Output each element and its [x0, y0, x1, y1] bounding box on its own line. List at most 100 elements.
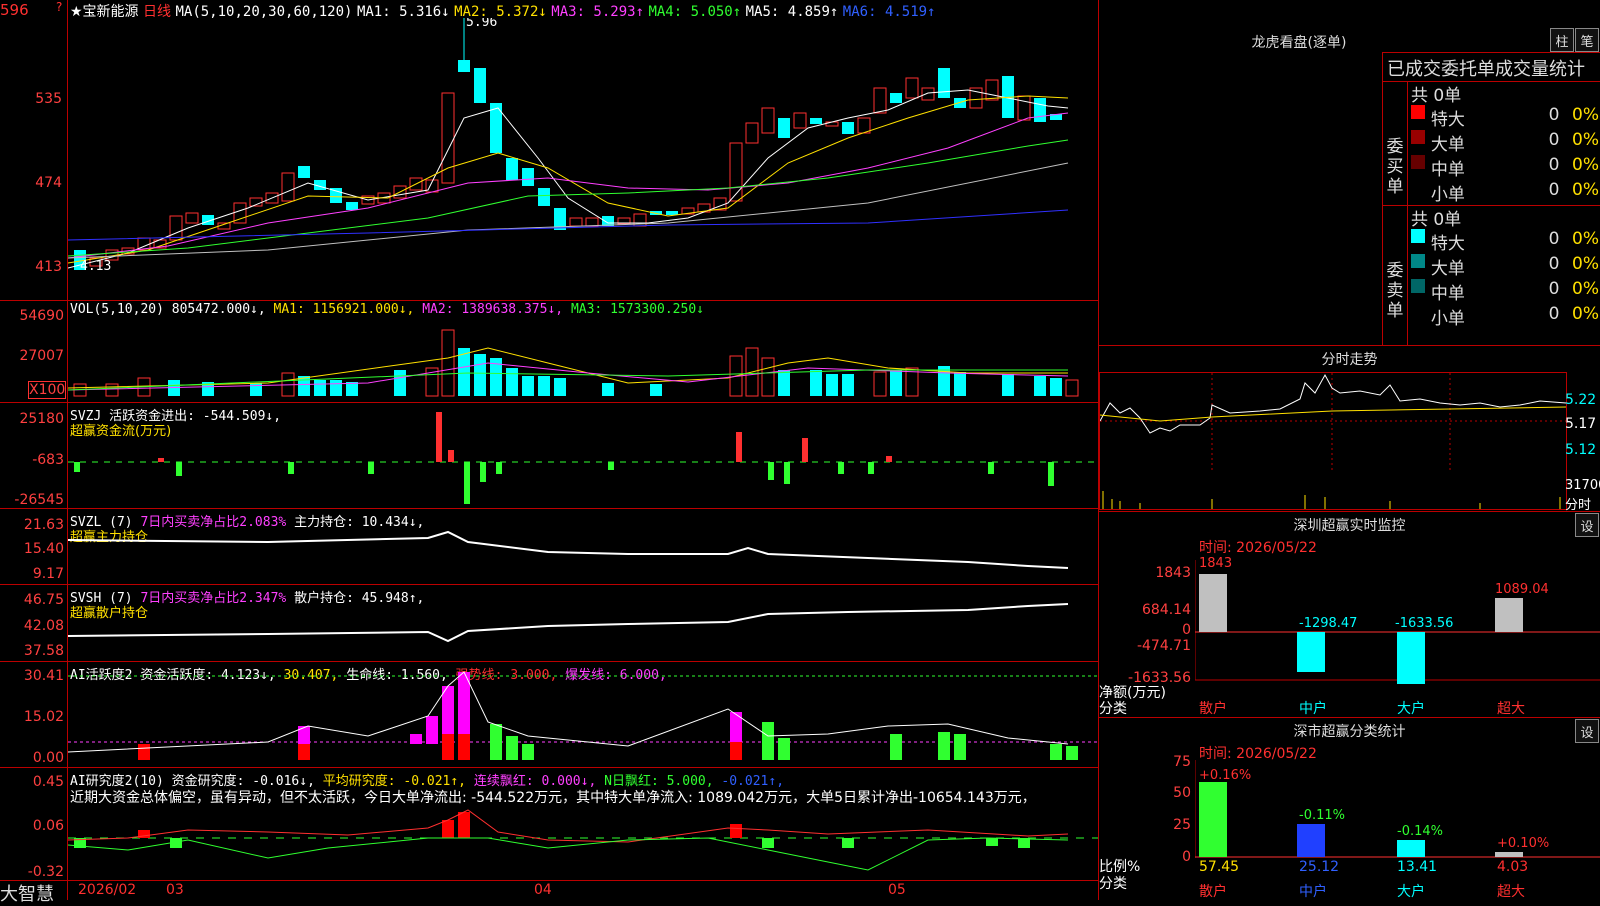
sell-total: 共 0单: [1411, 210, 1462, 230]
sell-row-l: 大单 0 0%: [1411, 254, 1599, 279]
classify-settings-button[interactable]: 设: [1575, 719, 1599, 743]
monitor-axis-2: 684.14: [1142, 602, 1191, 618]
buy-label: 委买单: [1386, 137, 1404, 197]
activity-bar: [730, 712, 742, 742]
svsh-axis-1: 46.75: [23, 592, 64, 608]
flow-bar: [768, 462, 774, 480]
svzj-axis-2: -683: [32, 452, 64, 468]
price-axis-3: 413: [35, 259, 62, 275]
date-label-2: 03: [166, 882, 184, 898]
classify-bar-super: [1495, 852, 1523, 857]
activity-line: [68, 671, 1069, 753]
sell-row-s: 小单 0 0%: [1411, 304, 1599, 329]
buy-l-swatch: [1411, 130, 1425, 144]
classify-chg-2: -0.11%: [1299, 808, 1345, 823]
tick-mode-button[interactable]: 笔: [1575, 28, 1599, 52]
buy-row-xl: 特大 0 0%: [1411, 105, 1599, 130]
activity-bar: [410, 734, 422, 744]
sell-s-swatch: [1411, 304, 1425, 318]
research-bar: [458, 812, 470, 838]
flow-bar: [368, 462, 374, 474]
vol-bar: [330, 380, 342, 396]
vol-bar: [554, 378, 566, 396]
retail-line: [68, 603, 1069, 643]
separator: [1099, 717, 1600, 718]
vol-axis-1: 54690: [19, 308, 64, 324]
flow-bar: [480, 462, 486, 482]
vol-bar: [474, 354, 486, 396]
vol-ma1: MA1: 1156921.000↓,: [273, 302, 415, 317]
svsh-axis-3: 37.58: [23, 643, 64, 659]
candle: [506, 158, 518, 180]
research-bar: [762, 838, 774, 848]
buy-total: 共 0单: [1411, 86, 1462, 106]
candle: [346, 202, 358, 210]
classify-axis-3: 25: [1173, 817, 1191, 833]
candle: [905, 77, 919, 99]
candle: [842, 122, 854, 134]
candle: [474, 68, 486, 103]
separator: [0, 402, 1098, 403]
vol-bar: [105, 383, 119, 397]
bar-mode-button[interactable]: 柱: [1550, 28, 1574, 52]
vol-bar: [778, 370, 790, 396]
candle: [569, 217, 583, 227]
activity-bar: [730, 742, 742, 760]
ma1-line: [68, 89, 1069, 269]
monitor-cat-label: 分类: [1099, 701, 1127, 717]
chart-area[interactable]: 596 ★宝新能源 日线 MA(5,10,20,30,60,120) MA1: …: [0, 0, 1099, 905]
candle: [538, 188, 550, 206]
flow-bar: [74, 462, 80, 472]
flow-bar: [464, 462, 470, 504]
axis-top-label: 596: [0, 1, 29, 19]
flow-bar: [436, 412, 442, 462]
ma2-line: [68, 95, 1069, 264]
classify-bar-mid: [1297, 824, 1325, 857]
position-line: [68, 530, 1069, 569]
date-label-1: 2026/02: [78, 882, 137, 898]
activity-bar: [938, 732, 950, 760]
research-line: [68, 837, 1069, 871]
low-label: 4.13: [80, 259, 111, 274]
classify-cat-1: 散户: [1199, 884, 1227, 900]
vol-bar: [394, 370, 406, 396]
vol-ma3: MA3: 1573300.250↓: [570, 302, 704, 317]
activity-bar: [954, 734, 966, 760]
classify-axis-2: 50: [1173, 785, 1191, 801]
sell-row-m: 中单 0 0%: [1411, 279, 1599, 304]
vol-axis-2: 27007: [19, 348, 64, 364]
intraday-vol-label: 31700: [1565, 478, 1600, 493]
activity-bar: [522, 744, 534, 760]
monitor-cat-3: 大户: [1397, 701, 1425, 717]
monitor-title: 深圳超赢实时监控: [1293, 518, 1406, 534]
dragon-table: 已成交委托单成交量统计 委买单 委卖单 共 0单 特大 0 0% 大单 0 0% 中单 0…: [1382, 52, 1600, 346]
price-axis-1: 535: [35, 91, 62, 107]
intraday-axis-2: 5.17: [1565, 416, 1597, 432]
monitor-settings-button[interactable]: 设: [1575, 513, 1599, 537]
monitor-bar-mid: [1297, 632, 1325, 672]
main-position-chart: [68, 530, 1069, 569]
activity-bar: [298, 744, 310, 760]
buy-row-m: 中单 0 0%: [1411, 155, 1599, 180]
intraday-chart: [1099, 373, 1567, 509]
svzj-axis-3: -26545: [14, 492, 64, 508]
svzl-axis-1: 21.63: [23, 517, 64, 533]
monitor-axis-3: 0: [1182, 622, 1191, 638]
intraday-chart-frame[interactable]: [1099, 372, 1567, 510]
vol-bar: [761, 357, 775, 397]
flow-bar: [838, 462, 844, 474]
separator: [0, 880, 1098, 881]
buy-rows: 特大 0 0% 大单 0 0% 中单 0 0% 小单 0 0%: [1411, 105, 1599, 205]
vol-bar: [346, 382, 358, 396]
candlestick-chart[interactable]: 5.96 4.13: [68, 18, 1098, 298]
volume-chart: [68, 329, 1079, 397]
activity-bar: [490, 724, 502, 760]
research-bar: [842, 838, 854, 848]
sell-xl-swatch: [1411, 229, 1425, 243]
dragon-tabs[interactable]: 已成交委托单成交量统计: [1383, 53, 1600, 83]
vol-legend: VOL(5,10,20) 805472.000↓, MA1: 1156921.0…: [70, 302, 704, 317]
vol-unit[interactable]: X100: [28, 381, 66, 399]
date-label-4: 05: [888, 882, 906, 898]
date-label-3: 04: [534, 882, 552, 898]
flow-bar: [288, 462, 294, 474]
